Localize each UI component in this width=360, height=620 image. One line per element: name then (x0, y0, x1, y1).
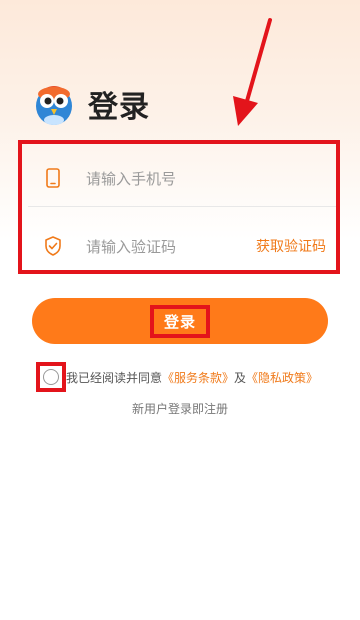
checkbox-circle-icon (43, 369, 59, 385)
page-title: 登录 (88, 90, 150, 125)
terms-link[interactable]: 《服务条款》 (162, 369, 234, 386)
phone-row[interactable]: 请输入手机号 (28, 150, 336, 207)
privacy-link[interactable]: 《隐私政策》 (246, 369, 318, 386)
code-input[interactable]: 请输入验证码 (86, 236, 256, 257)
get-code-button[interactable]: 获取验证码 (256, 236, 326, 256)
agreement-row: 我已经阅读并同意 《服务条款》 及 《隐私政策》 (36, 362, 318, 392)
agreement-checkbox[interactable] (36, 362, 66, 392)
owl-logo (34, 80, 74, 128)
register-hint: 新用户登录即注册 (131, 402, 228, 416)
agreement-prefix: 我已经阅读并同意 (66, 370, 163, 385)
login-button-label: 登录 (149, 304, 210, 338)
header: 登录 (34, 80, 150, 128)
phone-input[interactable]: 请输入手机号 (86, 168, 336, 189)
agreement-and: 及 (234, 370, 247, 385)
login-button[interactable]: 登录 (32, 298, 328, 344)
code-row[interactable]: 请输入验证码 获取验证码 (28, 218, 336, 274)
phone-icon (42, 167, 64, 189)
login-form-highlight: 请输入手机号 请输入验证码 获取验证码 (18, 140, 340, 274)
shield-check-icon (42, 235, 64, 257)
